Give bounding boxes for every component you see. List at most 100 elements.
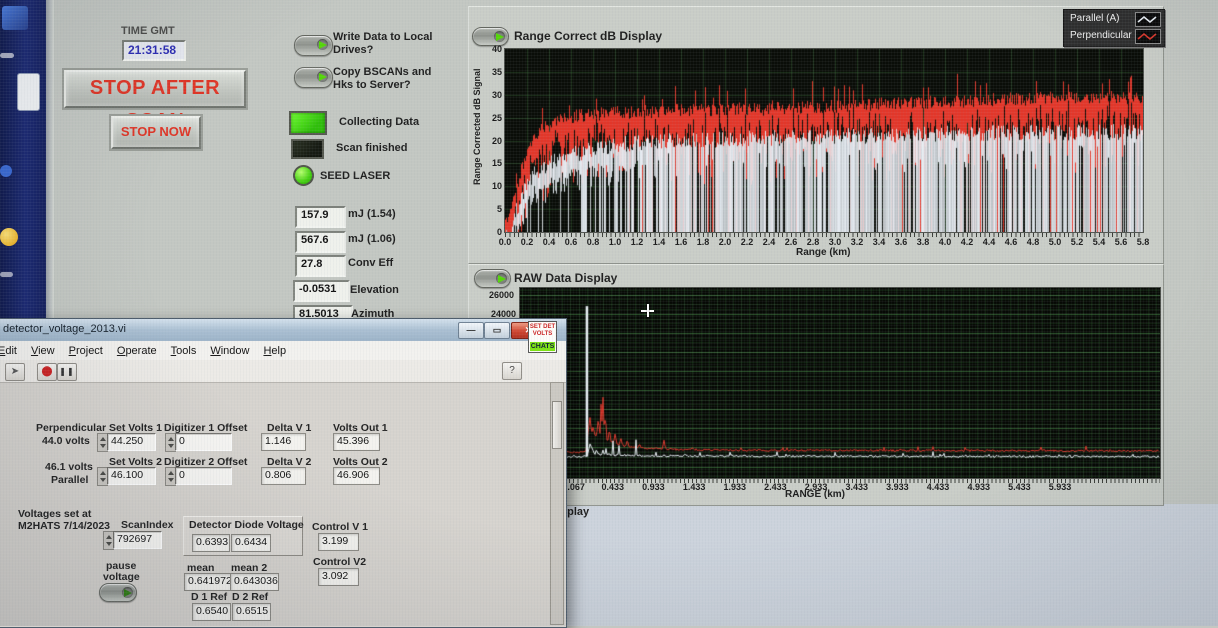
detector-voltage-window: detector_voltage_2013.vi — ▭ ✕ EditViewP… [0, 318, 567, 628]
raw-display-toggle[interactable] [474, 269, 511, 288]
scan-index-input[interactable]: 792697 [113, 531, 162, 549]
parallel-label: Parallel [51, 474, 88, 486]
seed-laser-label: SEED LASER [320, 170, 390, 182]
digitizer-2-offset-input[interactable]: 0 [175, 467, 232, 485]
desktop-icon[interactable] [0, 165, 12, 177]
range-db-chart-title: Range Correct dB Display [514, 29, 662, 43]
tick-label: 3.933 [877, 482, 917, 492]
voltages-note-1: Voltages set at [18, 508, 91, 520]
control-v1-indicator: 3.199 [318, 533, 359, 551]
desktop-app-icon[interactable] [2, 6, 28, 30]
toggle-arrow-icon [124, 589, 132, 597]
tick-label: 10 [476, 181, 502, 191]
stop-now-button[interactable]: STOP NOW [111, 116, 201, 149]
energy-154-readout: 157.9 [295, 206, 346, 228]
write-data-label-1: Write Data to Local [333, 31, 432, 43]
desktop-user-icon[interactable] [0, 228, 18, 246]
control-v1-label: Control V 1 [312, 521, 368, 533]
stop-after-scan-button[interactable]: STOP AFTER SCAN [64, 70, 246, 108]
digitizer-1-offset-input[interactable]: 0 [175, 433, 232, 451]
menu-tools[interactable]: Tools [164, 342, 204, 357]
raw-xlabel: RANGE (km) [785, 489, 845, 500]
diode-voltage-1: 0.6393 [192, 534, 230, 552]
set-volts-1-input[interactable]: 44.250 [107, 433, 156, 451]
delta-v-1-indicator: 1.146 [261, 433, 306, 451]
set-volts-2-input[interactable]: 46.100 [107, 467, 156, 485]
help-icon: ? [509, 365, 515, 376]
time-gmt-label: TIME GMT [121, 25, 175, 37]
pause-voltage-toggle[interactable] [99, 583, 137, 602]
vi-icon: SET DETVOLTS CHATS [528, 321, 557, 353]
pause-button[interactable]: ❚❚ [57, 363, 77, 381]
menu-help[interactable]: Help [256, 342, 293, 357]
raw-plot-frame [519, 287, 1161, 479]
tick-label: 4.433 [918, 482, 958, 492]
legend-item-parallel[interactable]: Parallel (A) [1064, 10, 1164, 27]
mean-indicator: 0.641972 [184, 573, 231, 591]
pause-voltage-label-2: voltage [103, 571, 140, 583]
desktop-document-icon[interactable] [17, 73, 40, 111]
elevation-readout: -0.0531 [293, 280, 350, 302]
pause-icon: ❚❚ [59, 367, 74, 376]
parallel-volts: 46.1 volts [45, 461, 93, 473]
background-panel-lower [560, 504, 1218, 626]
d1-ref-indicator: 0.6540 [192, 603, 231, 621]
tick-label: 0 [476, 227, 502, 237]
menu-operate[interactable]: Operate [110, 342, 164, 357]
legend-parallel-icon [1135, 12, 1161, 27]
desktop-icon-label [0, 272, 13, 277]
window-title: detector_voltage_2013.vi [3, 323, 126, 335]
restore-button[interactable]: ▭ [484, 322, 510, 339]
plot-legend: Parallel (A) Perpendicular (B) [1063, 9, 1165, 47]
vi-icon-badge: CHATS [530, 342, 555, 351]
tick-label: 5.8 [1123, 237, 1163, 247]
toggle-arrow-icon [496, 33, 504, 41]
raw-chart[interactable] [520, 288, 1160, 478]
menu-window[interactable]: Window [203, 342, 256, 357]
minimize-button[interactable]: — [458, 322, 484, 339]
tick-label: 0.433 [593, 482, 633, 492]
help-button[interactable]: ? [502, 362, 522, 380]
run-button[interactable]: ➤ [5, 363, 25, 381]
d1-ref-label: D 1 Ref [191, 591, 227, 603]
tick-label: 5 [476, 204, 502, 214]
menu-bar: EditViewProjectOperateToolsWindowHelp [0, 341, 566, 361]
menu-project[interactable]: Project [62, 342, 110, 357]
range-db-xlabel: Range (km) [796, 247, 850, 258]
menu-edit[interactable]: Edit [0, 342, 24, 357]
diode-voltage-2: 0.6434 [231, 534, 271, 552]
desktop-icon-label [0, 53, 14, 58]
toggle-arrow-icon [319, 41, 327, 49]
energy-154-label: mJ (1.54) [348, 208, 396, 220]
toggle-arrow-icon [498, 275, 506, 283]
menu-view[interactable]: View [24, 342, 62, 357]
write-data-toggle[interactable] [294, 35, 333, 56]
window-titlebar[interactable]: detector_voltage_2013.vi — ▭ ✕ [0, 319, 566, 342]
abort-icon: ⬤ [41, 366, 52, 377]
scrollbar-thumb[interactable] [552, 401, 562, 449]
voltages-note-2: M2HATS 7/14/2023 [18, 520, 110, 532]
range-db-chart[interactable] [505, 49, 1143, 232]
delta-v-2-indicator: 0.806 [261, 467, 306, 485]
energy-106-readout: 567.6 [295, 231, 346, 253]
conv-eff-readout: 27.8 [295, 255, 346, 277]
tick-label: 4.933 [959, 482, 999, 492]
tick-label: 30 [476, 90, 502, 100]
window-scrollbar[interactable] [550, 382, 564, 625]
abort-button[interactable]: ⬤ [37, 363, 57, 381]
copy-bscans-toggle[interactable] [294, 67, 333, 88]
collecting-data-label: Collecting Data [339, 116, 419, 128]
d2-ref-label: D 2 Ref [232, 591, 268, 603]
toolbar: ➤ ⬤ ❚❚ ? [0, 360, 566, 383]
scan-finished-label: Scan finished [336, 142, 408, 154]
collecting-data-led [289, 111, 327, 135]
d2-ref-indicator: 0.6515 [232, 603, 271, 621]
volts-out-1-indicator: 45.396 [333, 433, 380, 451]
tick-label: 40 [476, 44, 502, 54]
copy-bscans-label-1: Copy BSCANs and [333, 66, 431, 78]
legend-item-perpendicular[interactable]: Perpendicular (B) [1064, 27, 1164, 44]
seed-laser-led [293, 165, 314, 186]
perpendicular-label: Perpendicular [36, 422, 106, 434]
run-arrow-icon: ➤ [11, 366, 19, 377]
perpendicular-volts: 44.0 volts [42, 435, 90, 447]
